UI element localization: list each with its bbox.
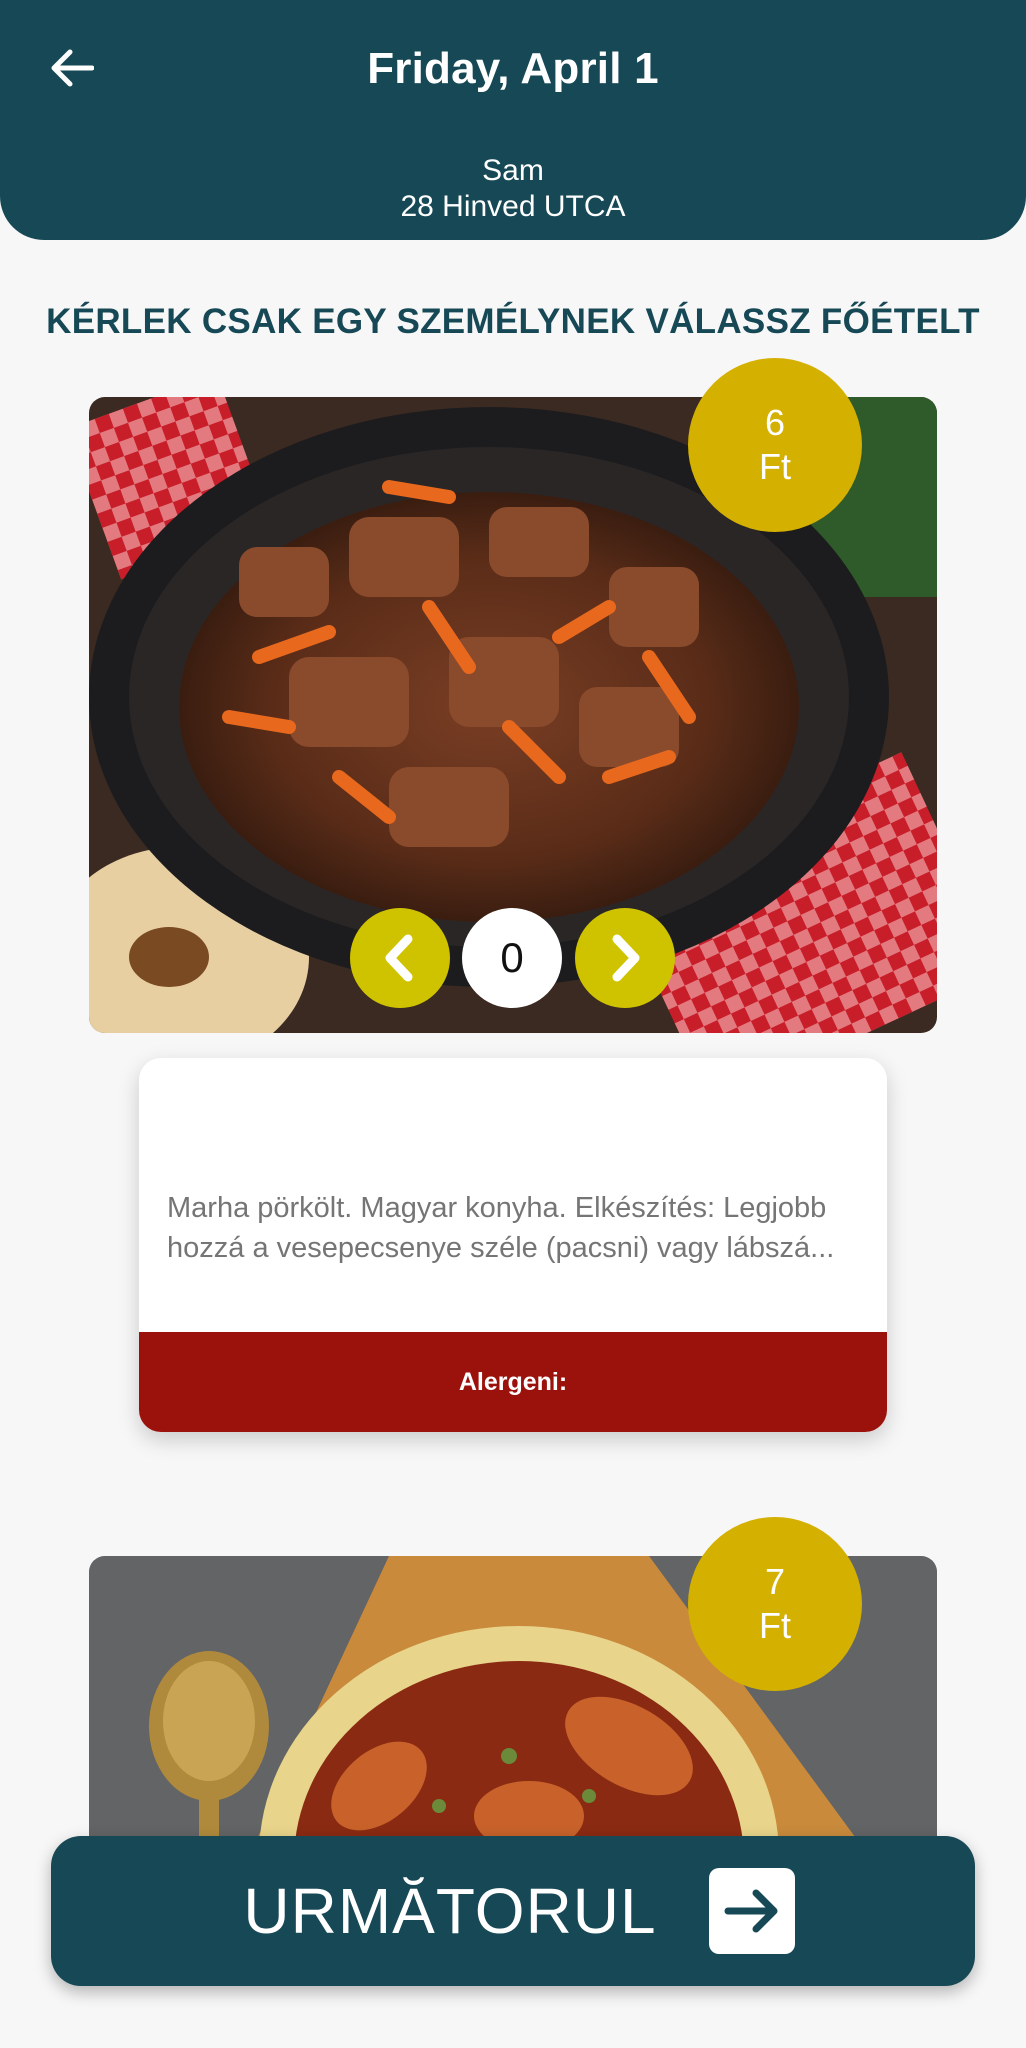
customer-address: 28 Hinved UTCA bbox=[400, 190, 626, 223]
dish-description: Marha pörkölt. Magyar konyha. Elkészítés… bbox=[167, 1192, 835, 1264]
next-button-label: URMĂTORUL bbox=[243, 1875, 657, 1947]
quantity-value: 0 bbox=[462, 908, 562, 1008]
price-badge: 7 Ft bbox=[688, 1517, 862, 1691]
arrow-right-icon bbox=[724, 1889, 778, 1933]
decrease-quantity-button[interactable] bbox=[350, 908, 450, 1008]
allergen-bar: Alergeni: bbox=[139, 1332, 887, 1432]
chevron-left-icon bbox=[385, 934, 413, 982]
customer-name: Sam bbox=[482, 154, 544, 187]
price-value: 6 bbox=[764, 402, 786, 443]
app-header: Friday, April 1 Sam 28 Hinved UTCA bbox=[0, 0, 1026, 240]
instruction-text: KÉRLEK CSAK EGY SZEMÉLYNEK VÁLASSZ FŐÉTE… bbox=[46, 302, 980, 341]
allergen-label: Alergeni: bbox=[458, 1367, 568, 1396]
price-currency: Ft bbox=[759, 446, 791, 487]
next-arrow-box bbox=[708, 1868, 795, 1954]
date-title: Friday, April 1 bbox=[367, 44, 659, 93]
price-currency: Ft bbox=[759, 1605, 791, 1646]
next-button[interactable]: URMĂTORUL bbox=[51, 1836, 975, 1986]
chevron-right-icon bbox=[612, 934, 640, 982]
price-badge: 6 Ft bbox=[688, 358, 862, 532]
price-value: 7 bbox=[764, 1561, 786, 1602]
increase-quantity-button[interactable] bbox=[575, 908, 675, 1008]
dish-description-card[interactable]: Marha pörkölt. Magyar konyha. Elkészítés… bbox=[139, 1058, 887, 1432]
